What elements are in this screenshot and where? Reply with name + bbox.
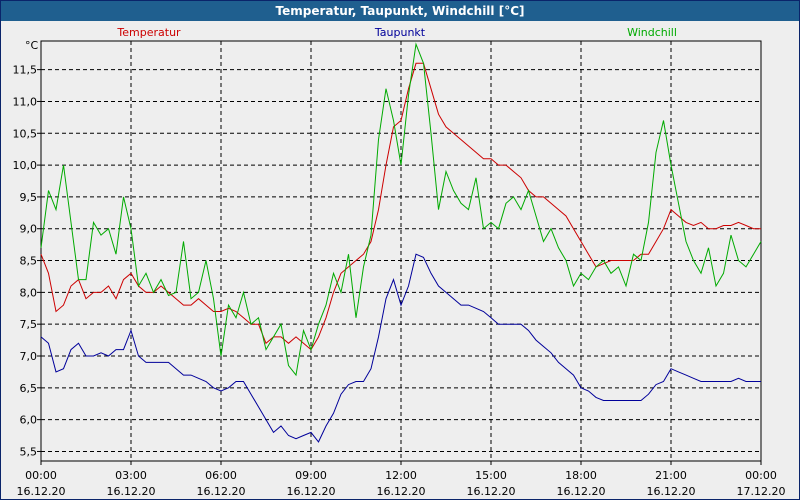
gridlines <box>41 41 761 461</box>
series-lines <box>40 42 762 443</box>
x-tick-time-label: 00:00 <box>745 469 777 482</box>
x-tick-time-label: 18:00 <box>565 469 597 482</box>
x-tick-time-label: 21:00 <box>655 469 687 482</box>
legend-entry-taupunkt: Taupunkt <box>374 26 426 39</box>
y-tick-label: 8,0 <box>20 286 38 299</box>
x-tick-time-label: 15:00 <box>475 469 507 482</box>
y-tick-label: 7,0 <box>20 350 38 363</box>
x-tick-date-label: 16.12.20 <box>17 485 66 498</box>
x-tick-date-label: 16.12.20 <box>557 485 606 498</box>
x-tick-date-label: 16.12.20 <box>647 485 696 498</box>
legend: Temperatur Taupunkt Windchill <box>116 26 677 39</box>
y-tick-label: 6,0 <box>20 414 38 427</box>
y-tick-label: 11,5 <box>13 64 38 77</box>
x-tick-date-label: 17.12.20 <box>737 485 786 498</box>
x-tick-date-label: 16.12.20 <box>377 485 426 498</box>
x-tick-date-label: 16.12.20 <box>197 485 246 498</box>
chart-title: Temperatur, Taupunkt, Windchill [°C] <box>1 1 799 21</box>
x-tick-time-label: 06:00 <box>205 469 237 482</box>
x-tick-date-label: 16.12.20 <box>107 485 156 498</box>
chart-area: 5,5 6,0 6,5 7,0 7,5 8,0 8,5 9,0 9,5 10,0 10,5 11,0 1… <box>1 21 799 499</box>
y-axis-unit-label: °C <box>25 39 39 52</box>
y-tick-label: 8,5 <box>20 255 38 268</box>
x-tick-time-label: 00:00 <box>25 469 57 482</box>
line-chart: 5,5 6,0 6,5 7,0 7,5 8,0 8,5 9,0 9,5 10,0 10,5 11,0 1… <box>13 26 786 498</box>
y-tick-label: 6,5 <box>20 382 38 395</box>
y-tick-label: 7,5 <box>20 318 38 331</box>
y-tick-label: 9,5 <box>20 191 38 204</box>
y-tick-label: 9,0 <box>20 223 38 236</box>
x-tick-date-label: 16.12.20 <box>467 485 516 498</box>
y-tick-label: 5,5 <box>20 445 38 458</box>
x-axis-ticks: 00:00 16.12.20 03:00 16.12.20 06:00 16.12.20 0… <box>17 461 786 498</box>
x-tick-time-label: 09:00 <box>295 469 327 482</box>
y-tick-label: 11,0 <box>13 95 38 108</box>
y-tick-label: 10,5 <box>13 127 38 140</box>
x-tick-time-label: 12:00 <box>385 469 417 482</box>
legend-entry-windchill: Windchill <box>627 26 677 39</box>
y-axis-ticks: 5,5 6,0 6,5 7,0 7,5 8,0 8,5 9,0 9,5 10,0 10,5 11,0 1… <box>13 64 41 458</box>
y-tick-label: 10,0 <box>13 159 38 172</box>
x-tick-time-label: 03:00 <box>115 469 147 482</box>
chart-window: Temperatur, Taupunkt, Windchill [°C] 5,5… <box>0 0 800 500</box>
x-tick-date-label: 16.12.20 <box>287 485 336 498</box>
legend-entry-temperatur: Temperatur <box>116 26 181 39</box>
